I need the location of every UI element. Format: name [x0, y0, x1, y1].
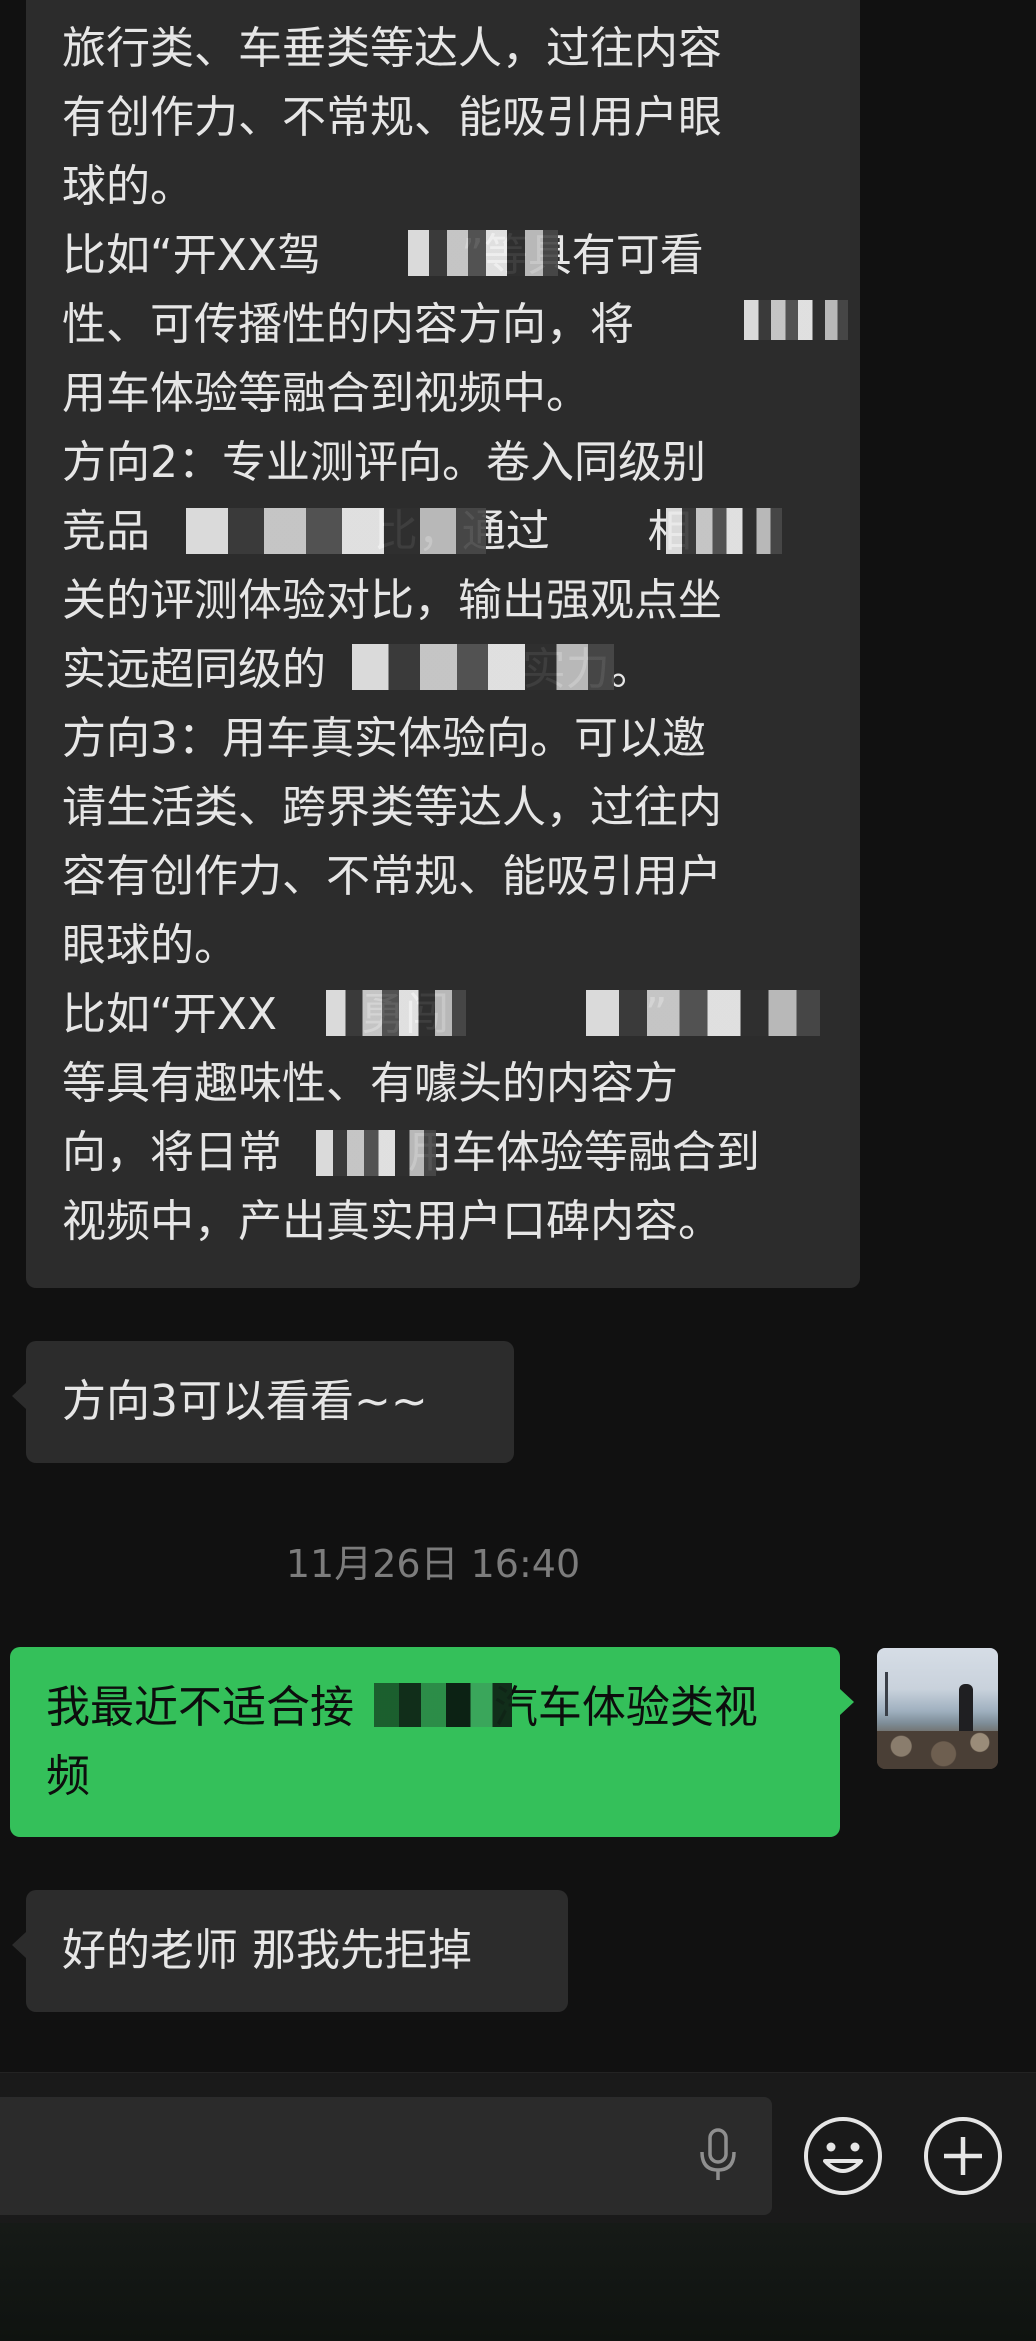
bubble-tail — [840, 1689, 854, 1715]
message-line: 容有创作力、不常规、能吸引用户 — [62, 851, 722, 902]
message-bubble-received[interactable]: 好的老师 那我先拒掉 — [12, 1890, 568, 2012]
smiley-icon — [804, 2117, 882, 2195]
message-line: 方向2：专业测评向。卷入同级别 — [62, 437, 706, 488]
bottom-safe-area — [0, 2223, 1036, 2341]
message-line: 关的评测体验对比，输出强观点坐 — [62, 575, 722, 626]
censored-mosaic — [586, 990, 820, 1036]
message-line: 等具有趣味性、有噱头的内容方 — [62, 1058, 678, 1109]
message-line: 旅行类、车垂类等达人，过往内容 — [62, 23, 722, 74]
message-bubble-received[interactable]: 旅行类、车垂类等达人，过往内容 有创作力、不常规、能吸引用户眼 球的。 比如“开… — [26, 0, 860, 1288]
bubble-tail — [12, 1932, 26, 1958]
message-line: 眼球的。 — [62, 920, 238, 971]
message-line: 请生活类、跨界类等达人，过往内 — [62, 782, 722, 833]
message-line: 用车体验等融合到视频中。 — [62, 368, 590, 419]
avatar[interactable] — [877, 1648, 998, 1769]
censored-mosaic — [186, 508, 486, 554]
voice-input-button[interactable] — [688, 2125, 748, 2185]
message-line: 球的。 — [62, 161, 194, 212]
chat-input-bar — [0, 2072, 1036, 2341]
message-text: 好的老师 那我先拒掉 — [62, 1925, 472, 1976]
censored-mosaic — [408, 230, 558, 276]
message-line: 有创作力、不常规、能吸引用户眼 — [62, 92, 722, 143]
plus-circle-icon — [924, 2117, 1002, 2195]
message-bubble-sent[interactable]: 我最近不适合接 汽车体验类视 频 — [10, 1647, 854, 1837]
chat-timestamp: 11月26日 16:40 — [285, 1542, 581, 1586]
censored-mosaic — [744, 300, 848, 340]
message-line: 向，将日常 用车体验等融合到 — [62, 1127, 760, 1178]
censored-mosaic — [666, 508, 782, 554]
more-actions-button[interactable] — [922, 2115, 1004, 2197]
message-bubble-received[interactable]: 方向3可以看看~~ — [12, 1341, 514, 1463]
bubble-tail — [12, 1383, 26, 1409]
censored-mosaic — [352, 644, 614, 690]
emoji-button[interactable] — [802, 2115, 884, 2197]
message-line: 视频中，产出真实用户口碑内容。 — [62, 1196, 722, 1247]
microphone-icon — [700, 2128, 736, 2180]
message-line: 方向3：用车真实体验向。可以邀 — [62, 713, 706, 764]
censored-mosaic — [374, 1683, 512, 1727]
message-text: 方向3可以看看~~ — [62, 1376, 428, 1427]
message-line: 频 — [46, 1751, 90, 1802]
avatar-photo-detail — [885, 1672, 888, 1716]
avatar-photo-rocks — [877, 1731, 998, 1769]
censored-mosaic — [326, 990, 466, 1036]
message-line: 性、可传播性的内容方向，将 — [62, 299, 634, 350]
censored-mosaic — [316, 1130, 436, 1176]
message-input[interactable] — [0, 2097, 772, 2215]
